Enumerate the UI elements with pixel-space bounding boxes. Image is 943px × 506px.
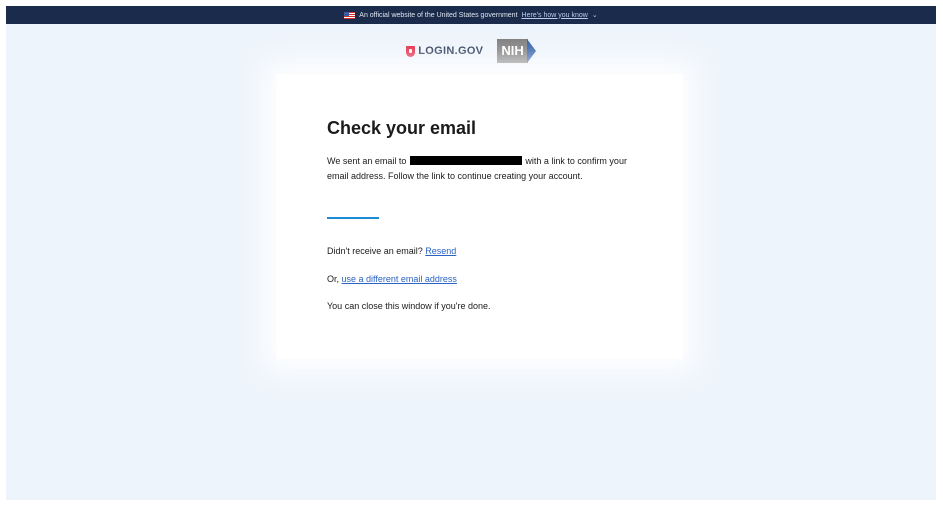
chevron-down-icon[interactable]: ⌄: [592, 11, 598, 19]
confirmation-message: We sent an email to with a link to confi…: [327, 154, 627, 184]
heres-how-you-know-link[interactable]: Here's how you know: [522, 12, 588, 19]
gov-banner: An official website of the United States…: [6, 6, 936, 24]
no-email-text: Didn't receive an email?: [327, 246, 423, 256]
nih-logo-text: NIH: [497, 39, 528, 63]
redacted-email-address: [409, 156, 522, 165]
close-window-text: You can close this window if you're done…: [327, 301, 491, 311]
login-gov-logo: LOGIN.GOV: [406, 45, 483, 57]
accent-divider: [327, 217, 379, 219]
browser-viewport: An official website of the United States…: [6, 6, 936, 500]
login-gov-shield-icon: [406, 45, 416, 57]
or-text: Or,: [327, 274, 340, 284]
us-flag-icon: [344, 11, 356, 19]
gov-banner-text: An official website of the United States…: [359, 11, 518, 19]
page-title: Check your email: [327, 118, 477, 138]
header-logos: LOGIN.GOV NIH: [6, 36, 936, 66]
resend-link[interactable]: Resend: [425, 246, 456, 256]
message-before-email: We sent an email to: [327, 156, 407, 166]
nih-logo: NIH: [497, 39, 536, 63]
nih-arrow-icon: [526, 39, 536, 63]
resend-row: Didn't receive an email? Resend: [327, 246, 456, 256]
check-email-card: Check your email We sent an email to wit…: [276, 74, 683, 359]
different-email-row: Or, use a different email address: [327, 274, 457, 284]
login-gov-logo-text: LOGIN.GOV: [418, 45, 484, 57]
different-email-link[interactable]: use a different email address: [342, 274, 457, 284]
